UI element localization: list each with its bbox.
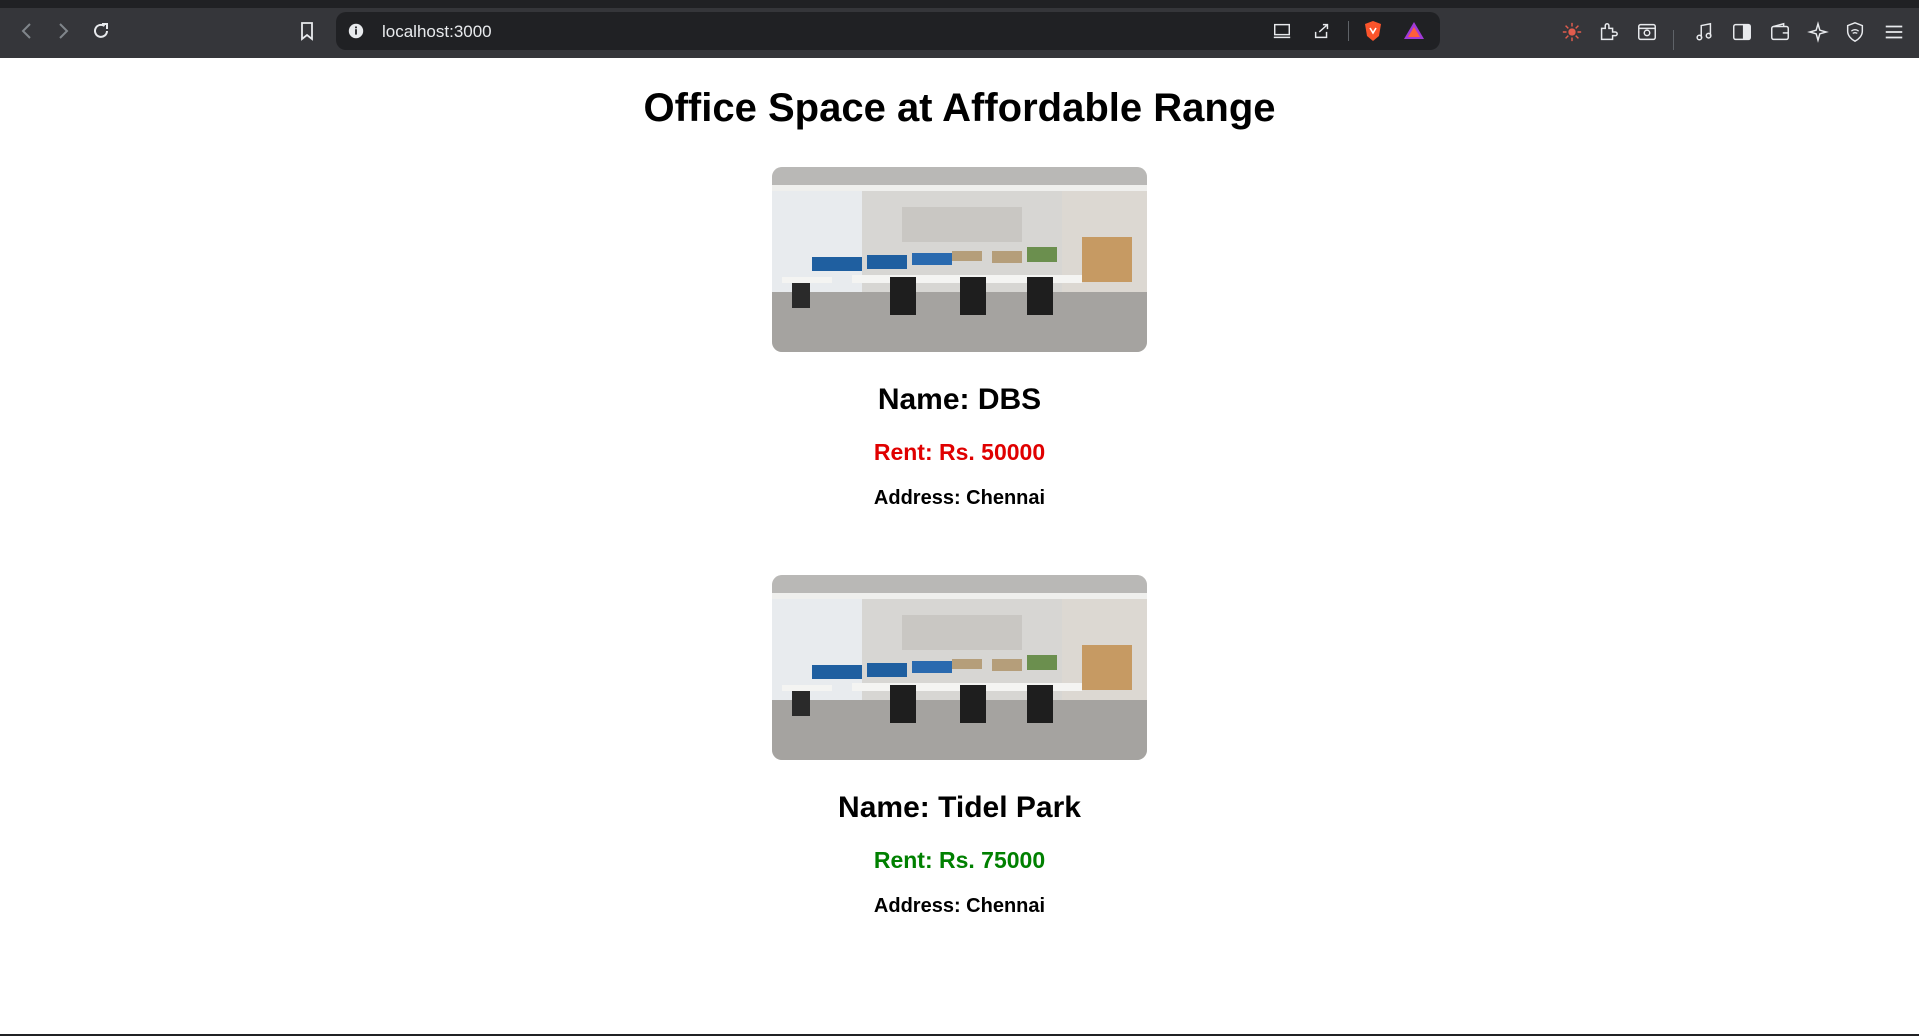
office-name: Name: DBS [877, 383, 1042, 416]
forward-icon[interactable] [50, 18, 76, 44]
extensions-icon[interactable] [1596, 20, 1620, 44]
url-text: localhost:3000 [382, 22, 492, 41]
cast-icon[interactable] [1271, 20, 1293, 42]
office-card: Name: Tidel Park Rent: Rs. 75000 Address… [0, 575, 1919, 918]
leo-icon[interactable] [1560, 20, 1584, 44]
office-address: Address: Chennai [873, 487, 1046, 509]
browser-toolbar: localhost:3000 [0, 0, 1919, 58]
vpn-icon[interactable] [1843, 20, 1867, 44]
back-icon[interactable] [14, 18, 40, 44]
share-icon[interactable] [1311, 20, 1333, 42]
reload-icon[interactable] [88, 18, 114, 44]
office-card: Name: DBS Rent: Rs. 50000 Address: Chenn… [0, 167, 1919, 510]
office-image [772, 575, 1147, 760]
ai-icon[interactable] [1806, 20, 1830, 44]
menu-icon[interactable] [1882, 20, 1906, 44]
office-image [772, 167, 1147, 352]
page-title: Office Space at Affordable Range [643, 86, 1276, 130]
office-name: Name: Tidel Park [838, 791, 1081, 824]
page-content: Office Space at Affordable Range Name: D… [0, 58, 1919, 1035]
brave-rewards-icon[interactable] [1403, 20, 1425, 42]
address-bar[interactable]: localhost:3000 [336, 12, 1440, 50]
bookmark-icon[interactable] [294, 18, 320, 44]
toolbar-separator [1673, 30, 1674, 50]
screenshot-icon[interactable] [1635, 20, 1659, 44]
sidebar-icon[interactable] [1730, 20, 1754, 44]
brave-shields-icon[interactable] [1362, 20, 1384, 42]
office-rent: Rent: Rs. 50000 [873, 439, 1046, 465]
address-separator [1348, 21, 1349, 41]
office-rent: Rent: Rs. 75000 [873, 847, 1046, 873]
media-icon[interactable] [1692, 20, 1716, 44]
wallet-icon[interactable] [1768, 20, 1792, 44]
site-info-icon[interactable] [346, 21, 366, 41]
office-address: Address: Chennai [873, 895, 1046, 917]
